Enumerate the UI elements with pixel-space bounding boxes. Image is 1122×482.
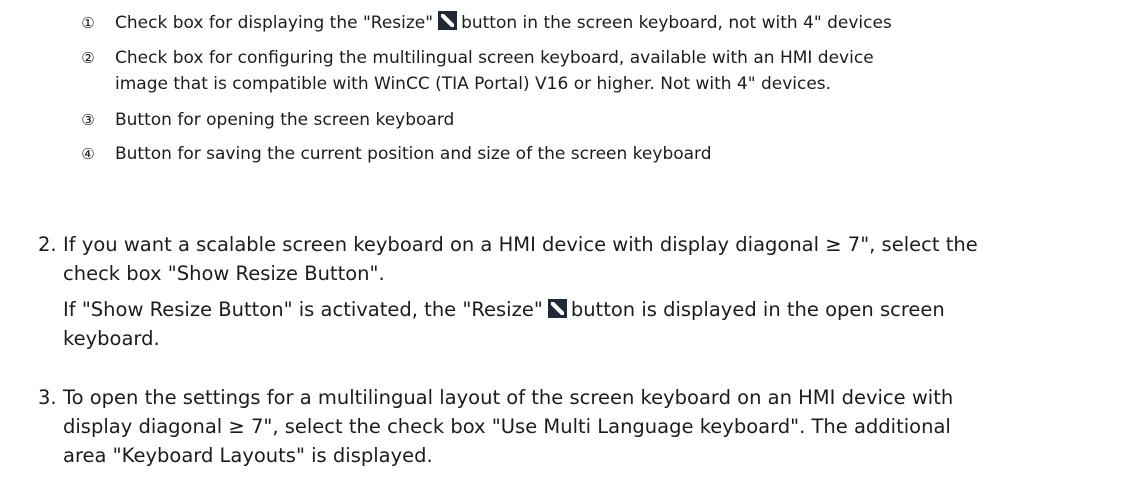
legend-text-4: Button for saving the current position a… bbox=[115, 144, 712, 164]
step-3-line-1: To open the settings for a multilingual … bbox=[63, 386, 954, 409]
legend-text-2-line-1: Check box for configuring the multilingu… bbox=[115, 48, 874, 68]
step-2-line-2: check box "Show Resize Button". bbox=[63, 262, 385, 285]
legend-number-2: ② bbox=[81, 49, 95, 67]
step-3-line-2: display diagonal ≥ 7", select the check … bbox=[63, 415, 951, 438]
step-2-number: 2. bbox=[38, 233, 57, 256]
legend-number-3: ③ bbox=[81, 111, 95, 129]
step-2-extra-before-icon: If "Show Resize Button" is activated, th… bbox=[63, 298, 543, 321]
legend-text-1-part-2: button in the screen keyboard, not with … bbox=[461, 13, 892, 33]
legend-number-1: ① bbox=[81, 14, 95, 32]
step-2-extra-line-1: If "Show Resize Button" is activated, th… bbox=[63, 295, 1118, 324]
legend-text-1: Check box for displaying the "Resize" but… bbox=[115, 10, 1115, 36]
resize-icon bbox=[547, 299, 567, 318]
step-3-body: To open the settings for a multilingual … bbox=[63, 383, 1118, 470]
step-2-body: If you want a scalable screen keyboard o… bbox=[63, 230, 1118, 353]
step-3-number: 3. bbox=[38, 386, 57, 409]
step-2-extra-after-icon: button is displayed in the open screen bbox=[570, 298, 945, 321]
resize-icon bbox=[438, 11, 458, 30]
step-3-line-3: area "Keyboard Layouts" is displayed. bbox=[63, 444, 433, 467]
legend-text-2-line-2: image that is compatible with WinCC (TIA… bbox=[115, 74, 832, 94]
step-2-extra-line-2: keyboard. bbox=[63, 327, 160, 350]
step-2-line-1: If you want a scalable screen keyboard o… bbox=[63, 233, 978, 256]
legend-text-2: Check box for configuring the multilingu… bbox=[115, 45, 1115, 97]
legend-text-1-part-1: Check box for displaying the "Resize" bbox=[115, 13, 434, 33]
legend-number-4: ④ bbox=[81, 145, 95, 163]
legend-text-3: Button for opening the screen keyboard bbox=[115, 110, 455, 130]
